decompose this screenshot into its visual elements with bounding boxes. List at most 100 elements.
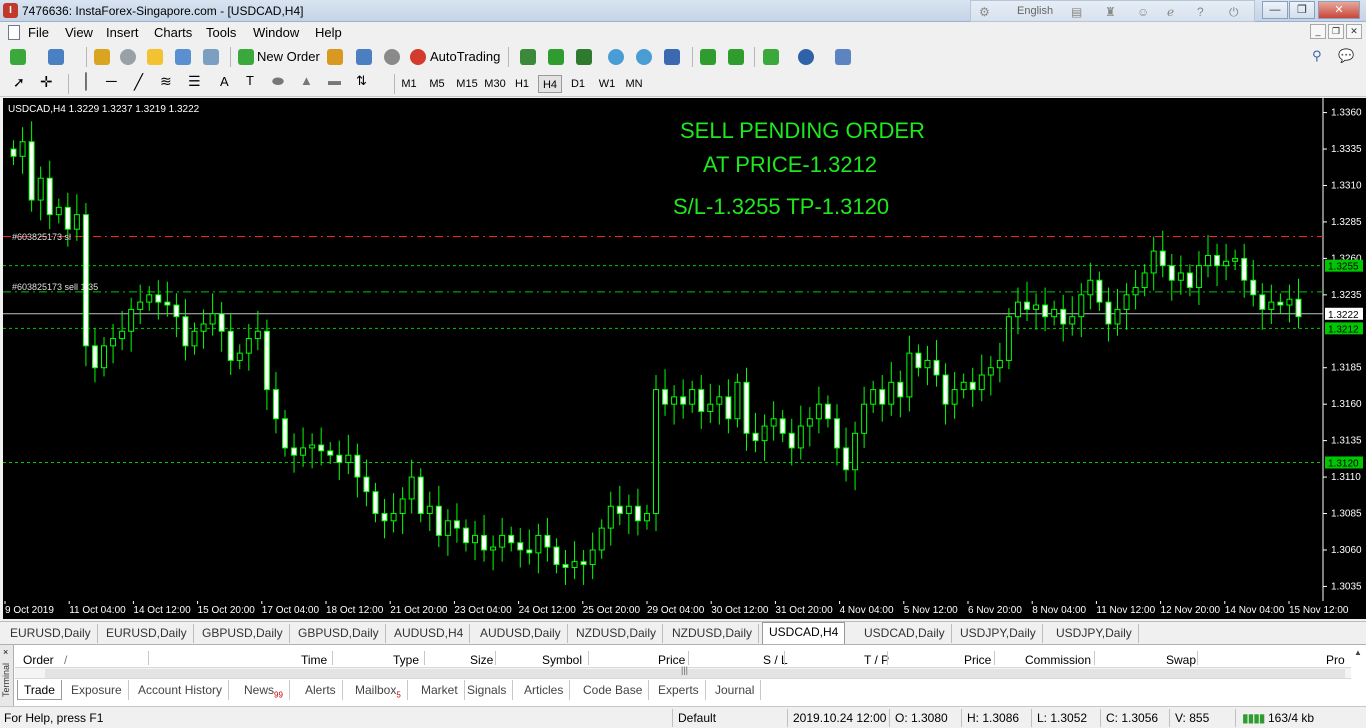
chat-icon[interactable]: 💬 [1338,48,1354,64]
chart-tab[interactable]: AUDUSD,Daily [474,624,568,643]
scroll-up-icon[interactable]: ▲ [1352,648,1364,662]
terminal-tab[interactable]: News99 [238,680,290,700]
col-type[interactable]: Type [393,653,419,667]
timeframe-m1[interactable]: M1 [398,75,420,93]
timeframe-d1[interactable]: D1 [567,75,589,93]
cursor-icon[interactable]: ➚ [13,74,25,91]
line-chart-icon[interactable] [576,49,592,65]
crosshair-icon[interactable]: ✛ [40,73,53,91]
chart-tab[interactable]: EURUSD,Daily [100,624,194,643]
periods-icon[interactable] [798,49,814,65]
chart-tab[interactable]: GBPUSD,Daily [196,624,290,643]
navigator-icon[interactable] [147,49,163,65]
col-commission[interactable]: Commission [1025,653,1091,667]
scrollbar-thumb[interactable] [45,669,1345,678]
vertical-line-icon[interactable]: │ [82,73,91,90]
keyboard-icon[interactable]: ▤ [1071,5,1082,19]
chart-tab[interactable]: NZDUSD,Daily [666,624,760,643]
menu-file[interactable]: File [28,25,49,40]
ellipse-icon[interactable]: ⬬ [272,73,284,90]
market-watch-icon[interactable] [94,49,110,65]
col-price-current[interactable]: Price [964,653,991,667]
signals-icon[interactable] [356,49,372,65]
settings-icon[interactable]: ⚙ [979,5,990,19]
col-symbol[interactable]: Symbol [542,653,582,667]
timeframe-m15[interactable]: M15 [454,75,480,93]
ie-icon[interactable]: ℯ [1167,5,1174,19]
zoom-in-icon[interactable] [608,49,624,65]
terminal-tab[interactable]: Experts [652,680,706,700]
autotrading-icon[interactable] [410,49,426,65]
horizontal-scrollbar[interactable]: ||| [15,665,1351,679]
timeframe-m5[interactable]: M5 [426,75,448,93]
price-chart[interactable]: 1.3360 1.3335 1.3310 1.3285 1.3260 1.3235 1.31… [3,98,1366,601]
timeframe-h4[interactable]: H4 [538,75,562,93]
chart-tab[interactable]: AUDUSD,H4 [388,624,471,643]
rectangle-icon[interactable]: ▬ [328,73,341,88]
timeframe-w1[interactable]: W1 [595,75,619,93]
channel-icon[interactable]: ≋ [160,73,172,90]
user-icon[interactable]: ☺ [1137,5,1149,19]
new-order-button[interactable]: New Order [256,46,321,68]
timeframe-m30[interactable]: M30 [482,75,508,93]
profiles-icon[interactable] [48,49,64,65]
timeframe-mn[interactable]: MN [622,75,646,93]
text-icon[interactable]: A [220,74,229,89]
language-selector[interactable]: English [1017,5,1053,17]
strategy-tester-icon[interactable] [203,49,219,65]
terminal-tab[interactable]: Alerts [299,680,343,700]
col-tp[interactable]: T / P [864,653,889,667]
terminal-tab[interactable]: Code Base [577,680,650,700]
label-icon[interactable]: T [246,73,254,88]
new-order-icon[interactable] [238,49,254,65]
new-chart-icon[interactable] [10,49,26,65]
mdi-close-button[interactable]: ✕ [1346,24,1362,39]
terminal-tab[interactable]: Signals [461,680,514,700]
horizontal-line-icon[interactable]: ─ [106,73,117,90]
chart-tab[interactable]: EURUSD,Daily [4,624,98,643]
terminal-tab[interactable]: Journal [709,680,762,700]
chart-tab[interactable]: USDCAD,Daily [858,624,952,643]
data-window-icon[interactable] [120,49,136,65]
templates-icon[interactable] [835,49,851,65]
trendline-icon[interactable]: ╱ [134,73,143,91]
radio-icon[interactable] [384,49,400,65]
autotrading-button[interactable]: AutoTrading [429,46,501,68]
chart-tab[interactable]: NZDUSD,Daily [570,624,664,643]
chart-tab[interactable]: USDJPY,Daily [1050,624,1139,643]
terminal-tab[interactable]: Market [415,680,465,700]
terminal-tab[interactable]: Exposure [65,680,129,700]
menu-help[interactable]: Help [315,25,342,40]
tile-windows-icon[interactable] [664,49,680,65]
candlestick-chart-icon[interactable] [548,49,564,65]
col-order[interactable]: Order [23,653,54,667]
help-icon[interactable]: ? [1197,5,1204,19]
arrows-icon[interactable]: ⇅ [356,73,367,89]
menu-insert[interactable]: Insert [106,25,139,40]
col-size[interactable]: Size [470,653,493,667]
maximize-button[interactable]: ❐ [1289,1,1315,19]
col-time[interactable]: Time [301,653,327,667]
indicators-icon[interactable] [763,49,779,65]
bar-chart-icon[interactable] [520,49,536,65]
terminal-tab[interactable]: Account History [132,680,230,700]
power-icon[interactable]: ⏻ [1229,5,1239,20]
chart-tab[interactable]: GBPUSD,Daily [292,624,386,643]
chart-shift-icon[interactable] [728,49,744,65]
mdi-restore-button[interactable]: ❐ [1328,24,1344,39]
lamp-icon[interactable]: ♜ [1105,5,1116,19]
chart-tab[interactable]: USDCAD,H4 [762,622,846,644]
chart-tab[interactable]: USDJPY,Daily [954,624,1043,643]
search-icon[interactable]: ⚲ [1312,48,1322,64]
menu-window[interactable]: Window [253,25,299,40]
col-profit[interactable]: Pro [1326,653,1345,667]
terminal-icon[interactable] [175,49,191,65]
terminal-close-icon[interactable]: × [3,647,8,657]
menu-charts[interactable]: Charts [154,25,192,40]
metaeditor-icon[interactable] [327,49,343,65]
auto-scroll-icon[interactable] [700,49,716,65]
terminal-tab[interactable]: Mailbox5 [349,680,408,700]
menu-view[interactable]: View [65,25,93,40]
minimize-button[interactable]: — [1262,1,1288,19]
status-profile[interactable]: Default [678,711,716,725]
